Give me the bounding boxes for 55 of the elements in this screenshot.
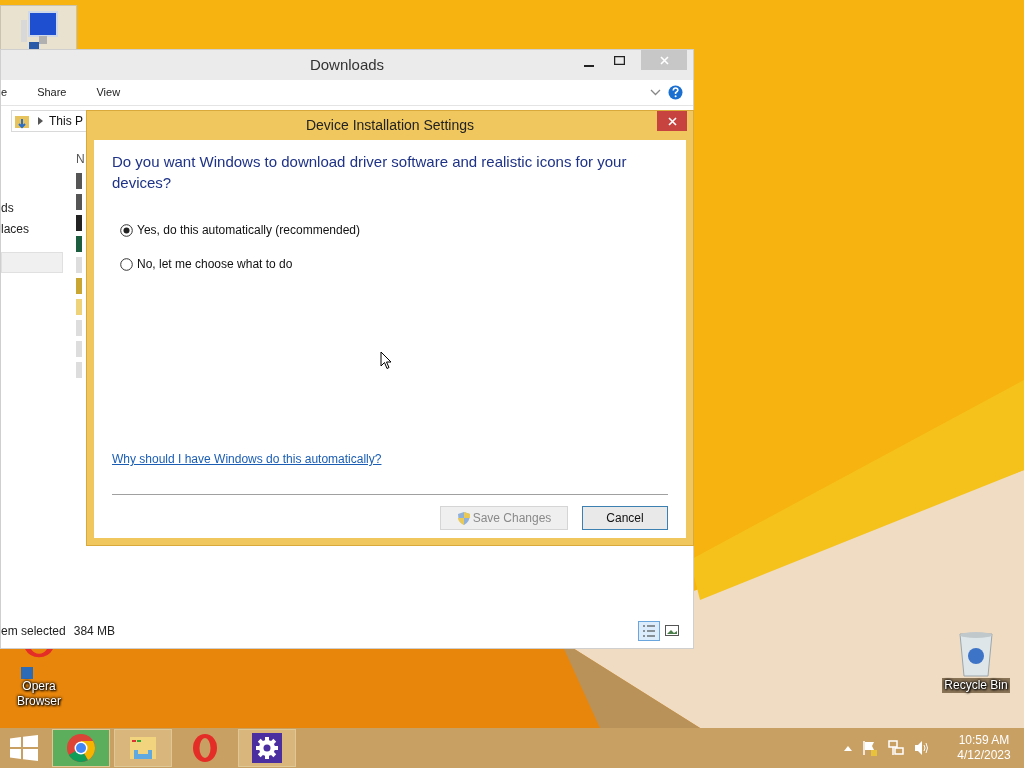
cancel-button[interactable]: Cancel xyxy=(582,506,668,530)
thumbnail-view-icon[interactable] xyxy=(665,625,679,636)
nav-item[interactable]: laces xyxy=(1,219,63,240)
clock-time: 10:59 AM xyxy=(958,733,1010,748)
file-icon xyxy=(76,194,82,210)
gear-icon xyxy=(252,733,282,763)
flag-icon[interactable] xyxy=(862,740,878,756)
folder-icon xyxy=(14,113,32,129)
ribbon-tab[interactable]: View xyxy=(96,84,121,101)
taskbar-button[interactable] xyxy=(238,729,296,767)
mouse-pointer-icon xyxy=(380,351,392,370)
chevron-down-icon[interactable] xyxy=(650,89,661,96)
folder-icon xyxy=(128,734,158,762)
dialog-question: Do you want Windows to download driver software and realistic icons for your devices? xyxy=(112,152,628,193)
file-icon xyxy=(76,215,82,231)
windows-start-icon[interactable] xyxy=(10,735,38,761)
details-view-icon[interactable] xyxy=(638,621,660,641)
radio-option[interactable]: Yes, do this automatically (recommended) xyxy=(120,221,360,239)
address-text: This P xyxy=(49,113,83,130)
ribbon-tab[interactable]: e xyxy=(1,84,8,101)
column-header[interactable]: N xyxy=(76,150,85,168)
ribbon-tab[interactable]: Share xyxy=(37,84,67,101)
file-icon xyxy=(76,341,82,357)
file-icon xyxy=(76,173,82,189)
show-hidden-icons-icon[interactable] xyxy=(844,745,852,751)
network-icon[interactable] xyxy=(888,740,904,756)
dialog-title: Device Installation Settings xyxy=(305,116,475,135)
recycle-bin-icon[interactable] xyxy=(956,630,996,678)
window-title: Downloads xyxy=(309,54,385,75)
file-icon xyxy=(76,278,82,294)
help-link[interactable]: Why should I have Windows do this automatically? xyxy=(112,450,382,468)
opera-icon xyxy=(192,733,218,763)
shield-icon xyxy=(456,510,471,526)
radio-option[interactable]: No, let me choose what to do xyxy=(120,255,293,273)
size-text: 384 MB xyxy=(73,623,116,640)
nav-item[interactable]: ds xyxy=(1,198,63,219)
file-icon xyxy=(76,236,82,252)
file-icon xyxy=(76,257,82,273)
close-icon xyxy=(667,116,677,126)
icon-label: Recycle Bin xyxy=(942,678,1010,693)
clock-date: 4/12/2023 xyxy=(957,748,1011,763)
file-icon xyxy=(76,299,82,315)
speaker-icon[interactable] xyxy=(914,740,930,756)
radio-button[interactable] xyxy=(120,223,133,237)
icon-label: Opera Browser xyxy=(16,679,62,709)
close-icon xyxy=(659,55,669,65)
close-button[interactable] xyxy=(657,111,687,131)
file-icon xyxy=(76,320,82,336)
maximize-icon[interactable] xyxy=(614,56,625,65)
file-icon xyxy=(76,362,82,378)
chrome-icon xyxy=(66,733,96,763)
help-icon[interactable] xyxy=(668,85,683,100)
status-text: em selected xyxy=(1,623,66,640)
radio-button[interactable] xyxy=(120,257,133,271)
breadcrumb-arrow-icon xyxy=(38,117,43,125)
